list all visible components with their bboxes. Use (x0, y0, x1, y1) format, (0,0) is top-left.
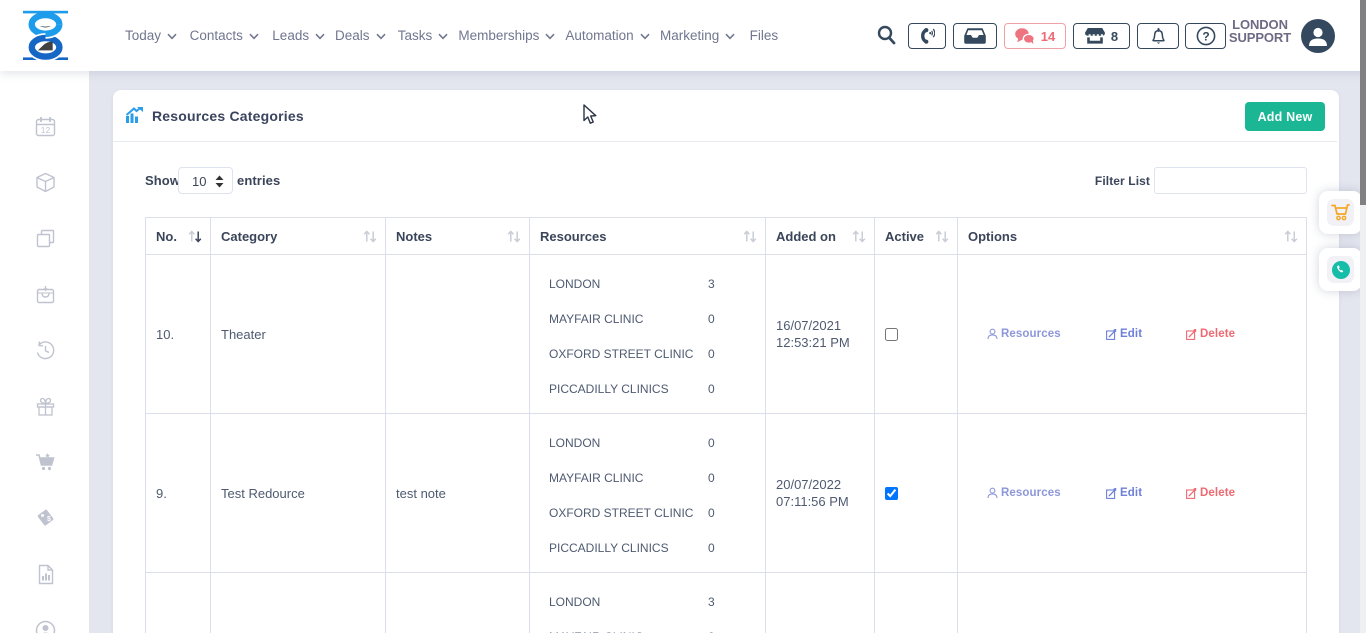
svg-text:12: 12 (41, 125, 51, 135)
svg-text:?: ? (1202, 29, 1209, 43)
svg-text:$: $ (47, 516, 51, 523)
